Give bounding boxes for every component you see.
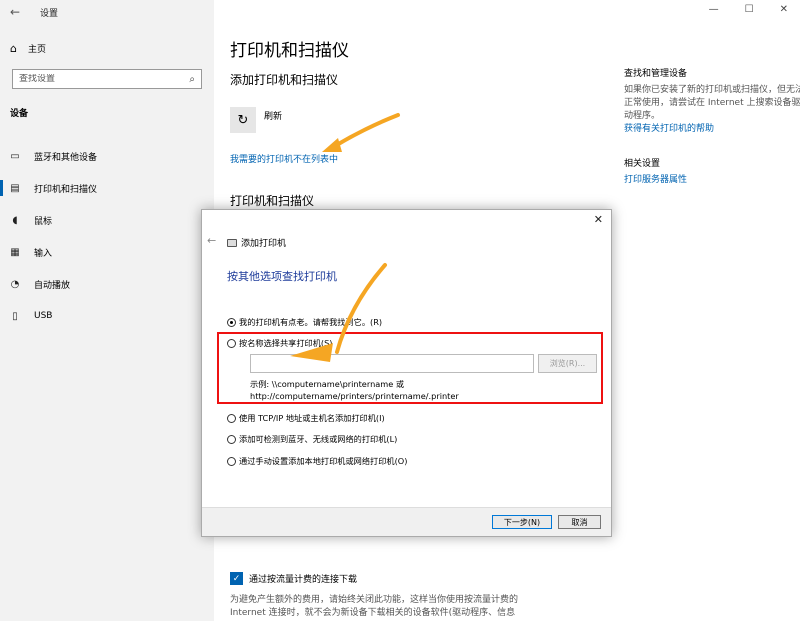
- sidebar-item-printers[interactable]: ▤ 打印机和扫描仪: [0, 172, 214, 204]
- option-label: 通过手动设置添加本地打印机或网络打印机(O): [239, 456, 408, 466]
- dialog-footer: 下一步(N) 取消: [202, 507, 611, 536]
- keyboard-icon: ▦: [10, 246, 20, 258]
- home-label: 主页: [27, 45, 46, 55]
- print-server-properties-link[interactable]: 打印服务器属性: [624, 174, 800, 187]
- add-section-title: 添加打印机和扫描仪: [230, 73, 339, 87]
- refresh-icon: ↻: [237, 112, 249, 128]
- highlight-box: [217, 332, 603, 404]
- next-button[interactable]: 下一步(N): [492, 515, 552, 529]
- metered-label: 通过按流量计费的连接下载: [249, 575, 358, 585]
- page-title: 打印机和扫描仪: [230, 41, 349, 61]
- autoplay-icon: ◔: [10, 278, 20, 290]
- sidebar-item-usb[interactable]: ▯ USB: [0, 300, 214, 332]
- metered-download-toggle[interactable]: ✓ 通过按流量计费的连接下载: [230, 572, 357, 585]
- option-label: 使用 TCP/IP 地址或主机名添加打印机(I): [239, 413, 385, 423]
- sidebar-nav: ▭ 蓝牙和其他设备 ▤ 打印机和扫描仪 ◖ 鼠标 ▦ 输入 ◔ 自动播放 ▯ U…: [0, 140, 214, 332]
- close-icon[interactable]: ✕: [780, 4, 788, 15]
- mouse-icon: ◖: [12, 214, 18, 226]
- dialog-header: 添加打印机: [227, 236, 286, 249]
- printer-icon: [227, 238, 237, 247]
- minimize-icon[interactable]: —: [709, 4, 719, 15]
- usb-icon: ▯: [12, 310, 18, 322]
- cancel-button[interactable]: 取消: [558, 515, 601, 529]
- printer-icon: ▤: [10, 182, 20, 194]
- sidebar-item-label: 自动播放: [34, 280, 71, 291]
- home-icon: ⌂: [10, 42, 17, 55]
- troubleshoot-title: 查找和管理设备: [624, 69, 688, 79]
- radio-button[interactable]: [227, 413, 236, 423]
- dialog-title: 按其他选项查找打印机: [227, 270, 337, 283]
- add-printer-dialog: ✕ ← 添加打印机 按其他选项查找打印机 我的打印机有点老。请帮我找到它。(R)…: [201, 209, 612, 537]
- home-nav-item[interactable]: ⌂ 主页: [10, 42, 46, 55]
- option-label: 我的打印机有点老。请帮我找到它。(R): [239, 317, 383, 327]
- radio-button[interactable]: [227, 434, 236, 444]
- window-controls: — ☐ ✕: [709, 4, 788, 15]
- printer-not-listed-link[interactable]: 我需要的打印机不在列表中: [230, 152, 338, 165]
- refresh-label: 刷新: [264, 112, 283, 122]
- option-label: 添加可检测到蓝牙、无线或网络的打印机(L): [239, 434, 398, 444]
- related-settings-title: 相关设置: [624, 159, 661, 169]
- option-wireless[interactable]: 添加可检测到蓝牙、无线或网络的打印机(L): [227, 433, 397, 445]
- search-box[interactable]: ⌕: [12, 69, 202, 89]
- sidebar-item-label: USB: [34, 311, 53, 321]
- search-icon[interactable]: ⌕: [189, 74, 195, 85]
- sidebar: ← 设置 ⌂ 主页 ⌕ 设备 ▭ 蓝牙和其他设备 ▤ 打印机和扫描仪 ◖ 鼠标 …: [0, 0, 214, 621]
- sidebar-item-label: 打印机和扫描仪: [34, 184, 98, 195]
- sidebar-item-label: 输入: [34, 248, 53, 259]
- section-label: 设备: [10, 109, 29, 119]
- dialog-header-label: 添加打印机: [241, 239, 287, 249]
- option-tcpip[interactable]: 使用 TCP/IP 地址或主机名添加打印机(I): [227, 412, 385, 424]
- search-input[interactable]: [19, 74, 190, 84]
- bluetooth-icon: ▭: [10, 150, 20, 162]
- radio-button[interactable]: [227, 456, 236, 466]
- printers-section-title: 打印机和扫描仪: [230, 194, 315, 208]
- printer-help-link[interactable]: 获得有关打印机的帮助: [624, 123, 800, 136]
- refresh-button[interactable]: ↻: [230, 107, 256, 133]
- maximize-icon[interactable]: ☐: [745, 4, 754, 15]
- sidebar-item-label: 鼠标: [34, 216, 53, 227]
- sidebar-item-typing[interactable]: ▦ 输入: [0, 236, 214, 268]
- dialog-close-icon[interactable]: ✕: [594, 213, 603, 226]
- app-title: 设置: [40, 9, 59, 19]
- radio-button[interactable]: [227, 317, 236, 327]
- related-panel: 查找和管理设备 如果你已安装了新的打印机或扫描仪，但无法正常使用，请尝试在 In…: [624, 68, 800, 187]
- metered-description: 为避免产生额外的费用，请始终关闭此功能，这样当你使用按流量计费的 Interne…: [230, 595, 519, 618]
- sidebar-item-label: 蓝牙和其他设备: [34, 152, 98, 163]
- dialog-back-icon[interactable]: ←: [207, 234, 216, 247]
- sidebar-item-mouse[interactable]: ◖ 鼠标: [0, 204, 214, 236]
- sidebar-item-bluetooth[interactable]: ▭ 蓝牙和其他设备: [0, 140, 214, 172]
- option-old-printer[interactable]: 我的打印机有点老。请帮我找到它。(R): [227, 316, 382, 328]
- option-local-manual[interactable]: 通过手动设置添加本地打印机或网络打印机(O): [227, 455, 407, 467]
- back-arrow-icon[interactable]: ←: [10, 5, 20, 19]
- troubleshoot-text: 如果你已安装了新的打印机或扫描仪，但无法正常使用，请尝试在 Internet 上…: [624, 85, 800, 121]
- metered-checkbox[interactable]: ✓: [230, 572, 243, 585]
- sidebar-item-autoplay[interactable]: ◔ 自动播放: [0, 268, 214, 300]
